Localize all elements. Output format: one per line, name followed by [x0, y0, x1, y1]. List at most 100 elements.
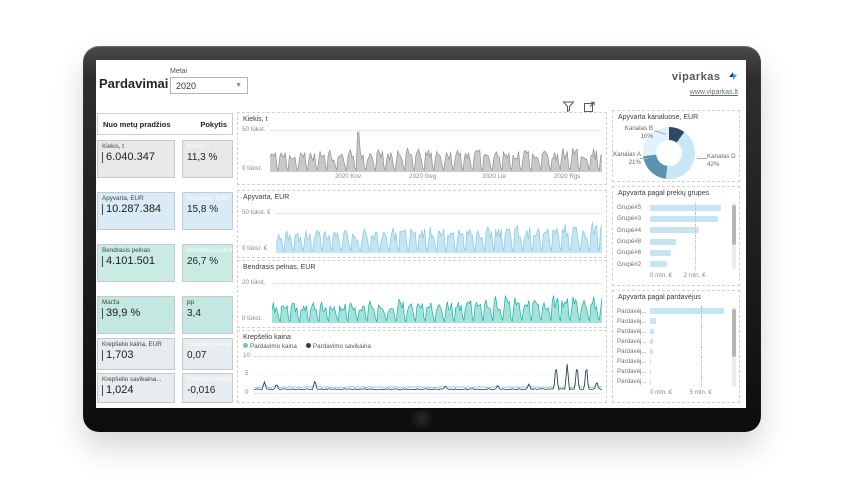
- legend-item[interactable]: Pardavimo savikaina: [306, 343, 371, 350]
- y-axis-label: 0 tūkst.: [242, 315, 262, 322]
- gridline: [695, 225, 696, 236]
- bar-row[interactable]: Grupė#2: [617, 259, 727, 270]
- kpi-value: 6.040.347: [102, 151, 170, 163]
- bar-row[interactable]: Pardavėj...: [617, 316, 727, 326]
- legend-item[interactable]: Pardavimo kaina: [243, 343, 297, 350]
- bar[interactable]: [650, 379, 651, 385]
- gridline: [701, 347, 702, 357]
- kpi-change-card[interactable]: Krepšelio savikaina -0,016: [182, 373, 233, 403]
- grupes-bars: Grupė#5 Grupė#3 Grupė#4 Grupė#8 Grupė#6 …: [617, 202, 727, 270]
- kpi-value-card[interactable]: Marža 39,9 %: [97, 296, 175, 334]
- bar-row[interactable]: Pardavėj...: [617, 347, 727, 357]
- kpi-row: Marža 39,9 % pp 3,4: [97, 296, 233, 334]
- kpi-change-card[interactable]: Krepšelio kaina 0,07: [182, 338, 233, 370]
- kpi-change-card[interactable]: Bendrasis pelnas 26,7 %: [182, 244, 233, 282]
- kpi-value-card[interactable]: Bendrasis pelnas 4.101.501: [97, 244, 175, 282]
- bar-category-label: Grupė#6: [617, 249, 650, 256]
- scrollbar[interactable]: [732, 307, 736, 387]
- year-slicer-dropdown[interactable]: 2020 ▼: [170, 77, 248, 94]
- gridline: [695, 236, 696, 247]
- chart-prekiu-grupes[interactable]: Apyvarta pagal prekių grupes Grupė#5 Gru…: [612, 186, 740, 286]
- bar-track: [650, 259, 727, 270]
- kpi-change-value: 15,8 %: [187, 204, 228, 215]
- bar[interactable]: [650, 318, 656, 324]
- kpi-change-card[interactable]: Kiekis, t 11,3 %: [182, 140, 233, 178]
- kpi-change-value: 26,7 %: [187, 256, 228, 267]
- donut-label-b: Kanalas B10%: [619, 125, 653, 141]
- bar-row[interactable]: Pardavėj...: [617, 336, 727, 346]
- bar[interactable]: [650, 349, 653, 355]
- bar-track: [650, 367, 727, 377]
- year-slicer[interactable]: Metai 2020 ▼: [170, 68, 248, 94]
- bar[interactable]: [650, 216, 718, 222]
- pelnas-area-plot: [272, 283, 602, 323]
- pardavejai-bars: Pardavėj... Pardavėj... Pardavėj... Pard…: [617, 306, 727, 387]
- bar-row[interactable]: Grupė#3: [617, 213, 727, 224]
- y-axis-label: 50 tūkst. €: [242, 209, 271, 216]
- kpi-label: Marža: [102, 299, 170, 306]
- chart-kanalai-donut[interactable]: Apyvarta kanaluose, EUR Kanalas B10% Kan…: [612, 110, 740, 182]
- bar-category-label: Grupė#8: [617, 238, 650, 245]
- kpi-change-card[interactable]: pp 3,4: [182, 296, 233, 334]
- chart-pardavejai[interactable]: Apyvarta pagal pardavėjus Pardavėj... Pa…: [612, 290, 740, 403]
- bar[interactable]: [650, 250, 671, 256]
- bar-row[interactable]: Grupė#8: [617, 236, 727, 247]
- kpi-value-card[interactable]: Krepšelio savikaina... 1,024: [97, 373, 175, 403]
- kpi-change-label: Kiekis, t: [187, 143, 228, 150]
- bar[interactable]: [650, 261, 667, 267]
- donut-hole: [656, 140, 682, 166]
- kpi-label: Kiekis, t: [102, 143, 170, 150]
- chart-pelnas[interactable]: Bendrasis pelnas, EUR 20 tūkst. 0 tūkst.: [237, 260, 607, 328]
- kiekis-area-plot: [270, 130, 602, 172]
- kpi-value-card[interactable]: Kiekis, t 6.040.347: [97, 140, 175, 178]
- gridline: [701, 367, 702, 377]
- bar[interactable]: [650, 339, 653, 345]
- bar-row[interactable]: Pardavėj...: [617, 367, 727, 377]
- bar[interactable]: [650, 239, 676, 245]
- bar[interactable]: [650, 205, 721, 211]
- bar[interactable]: [650, 308, 724, 314]
- bar-row[interactable]: Pardavėj...: [617, 306, 727, 316]
- kpi-row: Apyvarta, EUR 10.287.384 Apyvarta, EUR 1…: [97, 192, 233, 230]
- scrollbar[interactable]: [732, 203, 736, 269]
- kpi-label: Krepšelio kaina, EUR: [102, 341, 170, 348]
- kpi-header-change: Pokytis: [200, 120, 227, 129]
- x-axis-tick: 5 mln. €: [690, 389, 712, 396]
- bar[interactable]: [650, 359, 651, 365]
- kpi-change-card[interactable]: Apyvarta, EUR 15,8 %: [182, 192, 233, 230]
- bar-row[interactable]: Pardavėj...: [617, 377, 727, 387]
- bar[interactable]: [650, 329, 654, 335]
- chart-krepselio-kaina[interactable]: Krepšelio kaina Pardavimo kaina Pardavimo…: [237, 330, 607, 403]
- kpi-value-card[interactable]: Apyvarta, EUR 10.287.384: [97, 192, 175, 230]
- chart-apyvarta[interactable]: Apyvarta, EUR 50 tūkst. € 0 tūkst. €: [237, 190, 607, 258]
- year-slicer-value: 2020: [176, 81, 196, 91]
- bar-track: [650, 306, 727, 316]
- chevron-down-icon: ▼: [235, 82, 242, 89]
- kpi-value-card[interactable]: Krepšelio kaina, EUR 1,703: [97, 338, 175, 370]
- bar-row[interactable]: Pardavėj...: [617, 357, 727, 367]
- krepselio-line-plot: [254, 356, 602, 394]
- y-axis-label: 50 tūkst.: [242, 126, 265, 133]
- x-axis-tick: 0 mln. €: [650, 272, 672, 279]
- scrollbar-thumb[interactable]: [732, 205, 736, 245]
- brand-website-link[interactable]: www.viparkas.lt: [672, 89, 738, 96]
- chart-krepselio-title: Krepšelio kaina: [243, 334, 291, 341]
- kpi-value: 39,9 %: [102, 307, 170, 319]
- kpi-label: Krepšelio savikaina...: [102, 376, 170, 383]
- x-axis-labels: 0 mln. €2 mln. €: [650, 272, 727, 282]
- y-axis-label: 0 tūkst. €: [242, 245, 267, 252]
- bar[interactable]: [650, 227, 699, 233]
- bar-track: [650, 247, 727, 258]
- y-axis-label: 0: [245, 389, 248, 396]
- bar-row[interactable]: Grupė#6: [617, 247, 727, 258]
- bar-row[interactable]: Grupė#5: [617, 202, 727, 213]
- bar-row[interactable]: Grupė#4: [617, 225, 727, 236]
- chart-kiekis[interactable]: Kiekis, t 50 tūkst. 0 tūkst. 2020 Kov202…: [237, 112, 607, 185]
- scrollbar-thumb[interactable]: [732, 309, 736, 357]
- bar-row[interactable]: Pardavėj...: [617, 326, 727, 336]
- chart-pelnas-title: Bendrasis pelnas, EUR: [243, 264, 315, 271]
- x-axis-tick: 0 mln. €: [650, 389, 672, 396]
- monitor-home-button: [411, 410, 433, 430]
- bar[interactable]: [650, 369, 651, 375]
- bar-category-label: Pardavėj...: [617, 378, 650, 385]
